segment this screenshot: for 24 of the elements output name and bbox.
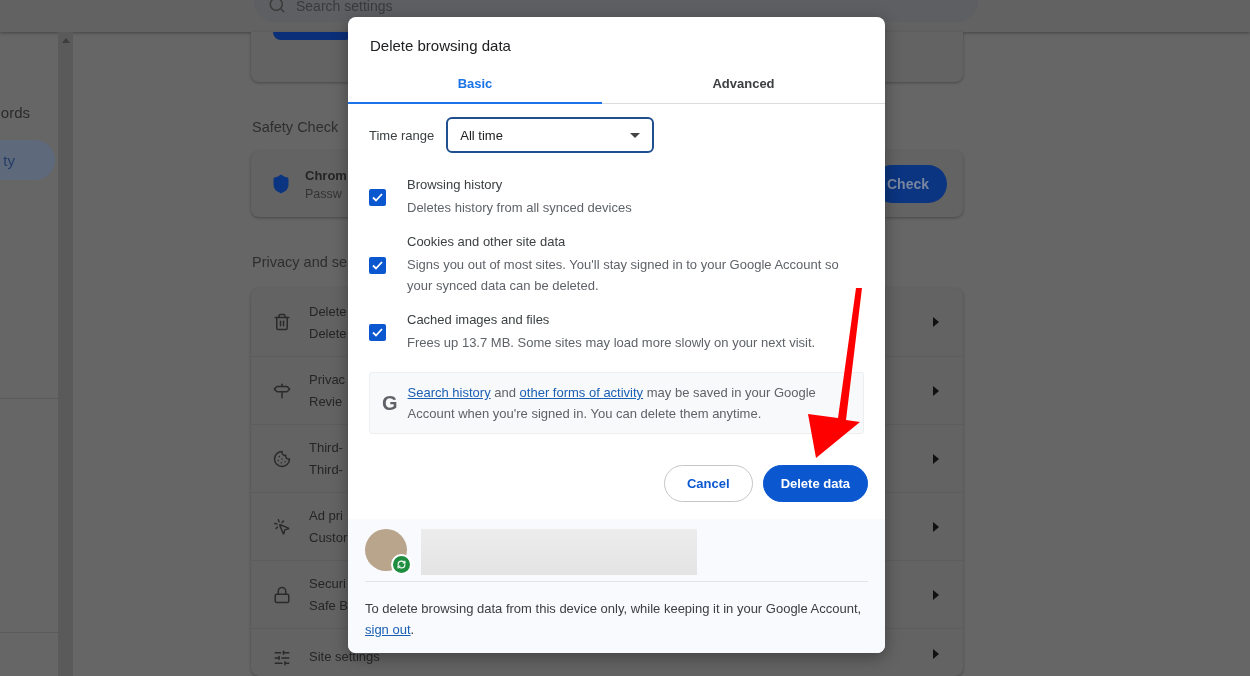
item-subtitle: Delete (309, 325, 347, 341)
dialog-title: Delete browsing data (369, 36, 512, 54)
section-heading: Safety Check (252, 119, 339, 135)
field-label: Time range (369, 127, 435, 143)
item-subtitle: Safe B (309, 598, 349, 613)
footer-text: To delete browsing data from this device only, while keeping it in your Google Account, sign out. (365, 600, 863, 639)
item-title: Third- (309, 440, 343, 455)
item-subtitle: Third- (309, 462, 343, 477)
option-description: Frees up 13.7 MB. Some sites may load more slowly on your next visit. (407, 334, 816, 352)
info-text: Search history and other forms of activity may be saved in your Google Account when you're signed in. You can delete them anytime. (407, 384, 817, 423)
item-title: Ad pri (309, 508, 343, 523)
option-description: Deletes history from all synced devices (407, 199, 632, 217)
item-title: Chrom (305, 167, 347, 183)
item-subtitle: Custor (309, 530, 348, 545)
option-description: Signs you out of most sites. You'll stay signed in to your Google Account so your synced data can be deleted. (407, 256, 840, 295)
option-title: Browsing history (407, 177, 504, 192)
google-logo: G (382, 391, 398, 415)
item-title: Site settings (309, 649, 380, 664)
option-title: Cached images and files (407, 312, 551, 327)
item-title: Delete (309, 303, 347, 319)
option-title: Cookies and other site data (407, 234, 567, 249)
item-subtitle: Revie (309, 394, 343, 409)
item-title: Securi (309, 576, 346, 591)
item-title: Privac (309, 372, 346, 387)
